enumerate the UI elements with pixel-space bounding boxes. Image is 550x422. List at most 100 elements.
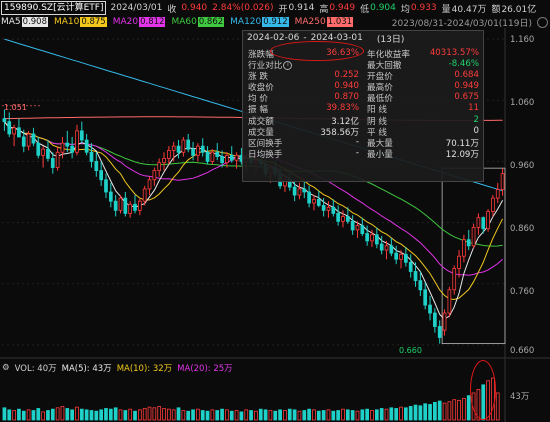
candle-body [55,151,60,168]
candle-body [181,139,186,153]
candle-body [60,142,65,153]
candle-body [113,200,118,211]
volume-bar [157,406,162,421]
settings-small-icon[interactable]: ⚙ [2,363,10,373]
volume-bar [128,408,133,421]
candle-body [466,239,471,247]
quote-date: 2024/03/01 [110,3,163,13]
volume-bar [196,408,200,421]
low-label: 低 [360,4,370,15]
volume-bar [84,409,89,421]
volume-bar [437,400,442,421]
volume-bar [225,409,229,421]
stat-value: 0.684 [454,70,479,81]
ma60-legend: MA60 0.862 [171,17,225,27]
open-value: 0.914 [288,3,315,13]
ref-price-label: 1.051 [4,103,27,112]
volume-bar [220,408,224,421]
candle-body [355,225,360,231]
candle-body [12,127,16,135]
popup-days: (13日) [376,34,405,45]
ma250-legend: MA250 1.031 [294,17,354,27]
volume-bar [418,405,423,421]
volume-bar [442,402,447,421]
volume-bar [79,408,84,421]
candle-body [331,206,336,214]
volume-bar [171,409,176,421]
volume-bar [321,410,326,421]
volume-bar [26,409,31,421]
turnover-label: 额 [491,4,501,15]
volume-bar [75,406,79,421]
candle-body [462,239,466,257]
volume-bar [283,410,287,421]
volume-bar [12,410,16,421]
candle-body [476,217,481,228]
volume-tick: 43万 [510,392,530,402]
stat-value: 0.675 [454,92,479,103]
interval-selection-box [441,167,506,345]
popup-row: 振 幅 39.83% 阳 线 11 [243,103,483,115]
candle-body [147,179,152,190]
volume-bar [254,410,258,421]
volume-bar [113,407,118,421]
candle-body [370,234,374,242]
candle-body [389,245,394,254]
volume-bar [287,408,292,421]
volume-bar [191,409,195,421]
stat-value: 12.09万 [445,149,479,160]
security-code-box[interactable]: 159890.SZ[云计算ETF] [1,1,107,15]
date-range: 2023/08/31-2024/03/01(119日) [391,18,532,29]
stat-value: - [355,147,359,158]
candle-body [360,225,365,234]
candle-body [365,233,370,242]
candle-body [491,197,495,212]
volume-bar [17,408,21,421]
popup-row: 行业对比 i 最大回撤 -8.46% [243,59,483,71]
candle-body [225,154,229,164]
volume-bar [147,406,152,421]
info-icon[interactable]: i [283,61,293,71]
volume-bar [108,408,113,421]
candle-body [7,121,12,135]
candle-body [379,243,384,251]
candle-body [326,206,331,211]
volume-bar [428,404,432,421]
candle-body [84,139,89,153]
volume-bar [350,410,355,421]
close-label: 收 [167,4,177,15]
candle-body [345,216,350,222]
volume-bar [167,408,171,421]
candle-body [152,170,157,181]
price-tick-1: 1.160 [510,35,535,45]
candle-body [215,151,220,157]
volume-bar [360,409,365,421]
vol-ma10-label: MA(10): 32万 [116,364,173,374]
candle-body [403,253,408,263]
volume-bar [316,410,321,421]
candle-body [413,271,418,282]
volume-bar [389,407,394,421]
vol-label: VOL: 40万 [14,364,57,374]
volume-bar [273,410,278,421]
settings-icon[interactable] [537,17,548,28]
candle-body [495,189,500,199]
candle-body [123,197,128,214]
candle-body [133,203,137,211]
volume-bar [99,409,103,421]
popup-row: 成交量 358.56万平 线0 [243,126,483,138]
volume-bar [200,410,205,421]
volume-bar [215,410,220,421]
candle-body [423,289,428,306]
volume-bar [331,410,336,421]
low-marker-label: 0.660 [399,346,422,355]
volume-bar [244,409,249,421]
candle-body [486,211,490,230]
candle-body [321,205,326,211]
candle-body [162,157,166,164]
volume-bar [94,410,99,421]
volume-bar [336,410,340,421]
candle-body [128,203,133,214]
candle-body [341,216,345,222]
candle-body [36,142,41,156]
